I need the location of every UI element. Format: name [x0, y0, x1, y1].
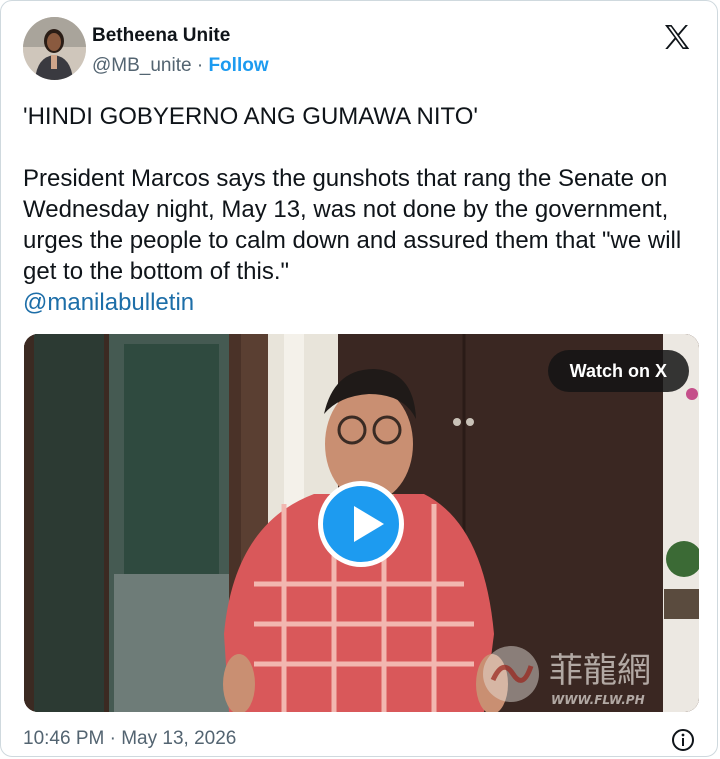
post-body: President Marcos says the gunshots that … [23, 165, 688, 285]
separator-dot: · [196, 55, 204, 76]
post-timestamp[interactable]: 10:46 PM · May 13, 2026 [23, 728, 236, 750]
avatar[interactable] [23, 17, 86, 80]
watch-on-x-button[interactable]: Watch on X [547, 350, 689, 392]
watermark-url: WWW.FLW.PH [551, 693, 645, 707]
watermark-logo: 菲龍網 WWW.FLW.PH [483, 646, 651, 707]
post-headline: 'HINDI GOBYERNO ANG GUMAWA NITO' [23, 103, 478, 130]
post-text: 'HINDI GOBYERNO ANG GUMAWA NITO' Preside… [23, 101, 699, 318]
author-handle[interactable]: @MB_unite [92, 55, 192, 76]
follow-button[interactable]: Follow [208, 55, 268, 76]
author-name[interactable]: Betheena Unite [92, 25, 230, 47]
play-icon [354, 506, 384, 542]
video-player[interactable]: Watch on X 菲龍網 WWW.FLW.PH [24, 334, 699, 712]
avatar-image [23, 17, 86, 80]
watermark-text: 菲龍網 [549, 651, 651, 691]
author-handle-row: @MB_unite · Follow [92, 55, 269, 77]
play-button[interactable] [318, 481, 404, 567]
mention-link[interactable]: @manilabulletin [23, 289, 194, 316]
embedded-post-card: Betheena Unite @MB_unite · Follow 'HINDI… [0, 0, 718, 757]
post-header: Betheena Unite @MB_unite · Follow [23, 17, 695, 83]
info-icon[interactable] [671, 728, 695, 752]
x-logo-icon[interactable] [661, 21, 693, 53]
